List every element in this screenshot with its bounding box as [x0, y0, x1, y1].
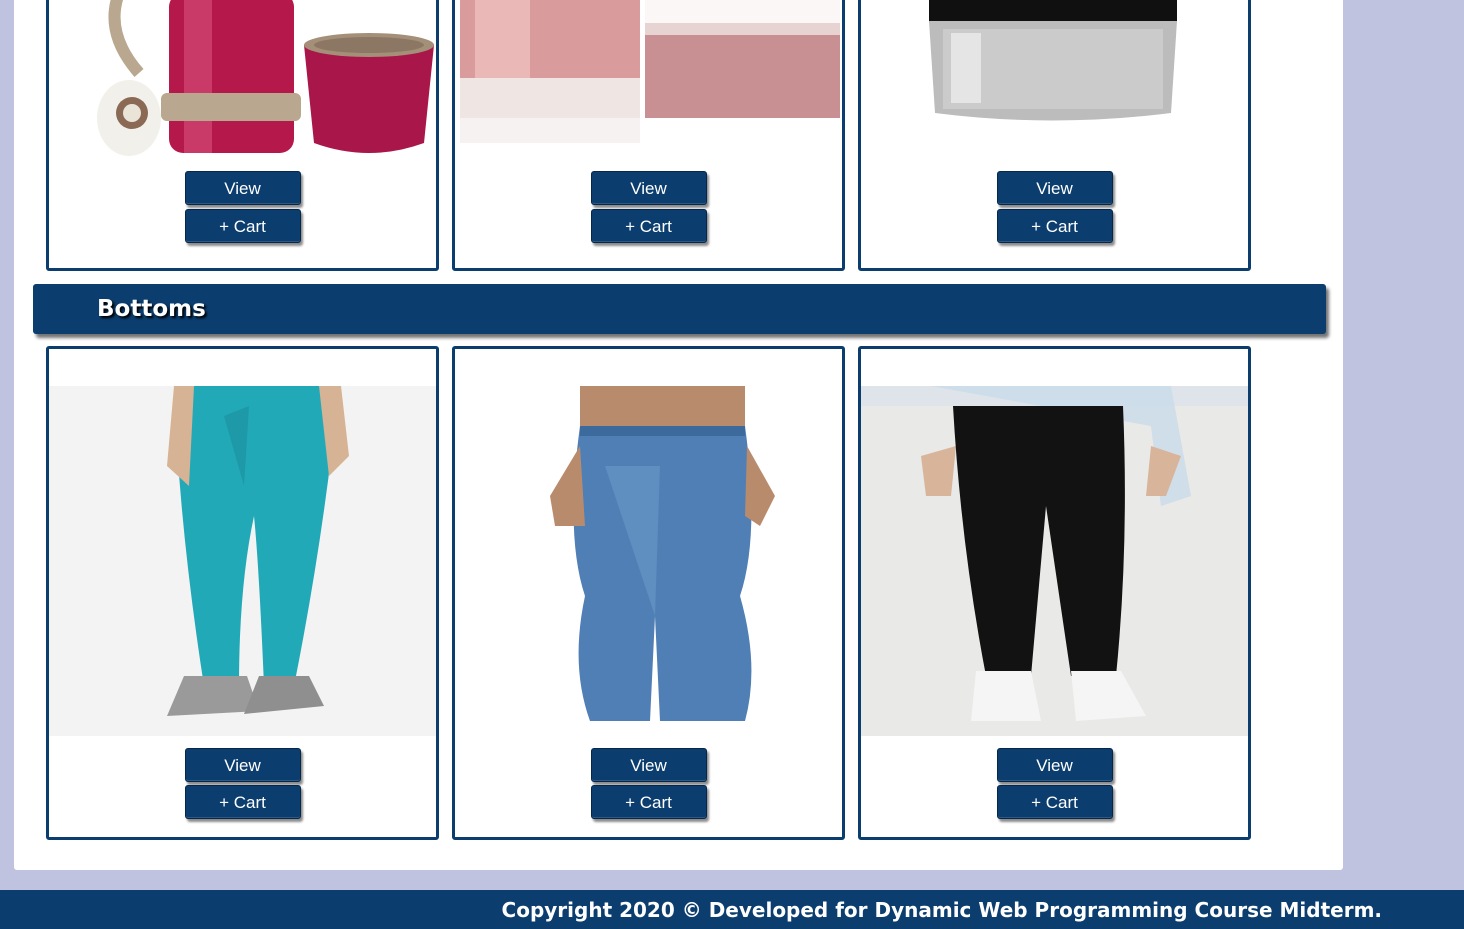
view-button[interactable]: View: [996, 748, 1113, 782]
add-to-cart-button[interactable]: + Cart: [590, 785, 707, 819]
add-to-cart-button[interactable]: + Cart: [996, 785, 1113, 819]
add-to-cart-button[interactable]: + Cart: [590, 209, 707, 243]
add-to-cart-button[interactable]: + Cart: [184, 785, 301, 819]
product-card: View + Cart: [46, 346, 439, 840]
section-header: Bottoms: [33, 284, 1326, 334]
product-card: View + Cart: [452, 346, 845, 840]
add-to-cart-button[interactable]: + Cart: [184, 209, 301, 243]
section-title: Bottoms: [97, 296, 206, 322]
product-image[interactable]: [49, 386, 436, 736]
product-image[interactable]: [861, 386, 1248, 736]
view-button[interactable]: View: [996, 171, 1113, 205]
view-button[interactable]: View: [590, 748, 707, 782]
view-button[interactable]: View: [184, 748, 301, 782]
footer-copyright: Copyright 2020 © Developed for Dynamic W…: [501, 898, 1382, 922]
product-image[interactable]: [49, 0, 436, 165]
view-button[interactable]: View: [184, 171, 301, 205]
product-card: View + Cart: [46, 0, 439, 271]
product-image[interactable]: [861, 0, 1248, 165]
product-card: View + Cart: [858, 0, 1251, 271]
product-card: View + Cart: [452, 0, 845, 271]
view-button[interactable]: View: [590, 171, 707, 205]
product-image[interactable]: [455, 386, 842, 736]
product-card: View + Cart: [858, 346, 1251, 840]
add-to-cart-button[interactable]: + Cart: [996, 209, 1113, 243]
product-image[interactable]: [455, 0, 842, 165]
footer: Copyright 2020 © Developed for Dynamic W…: [0, 890, 1464, 929]
